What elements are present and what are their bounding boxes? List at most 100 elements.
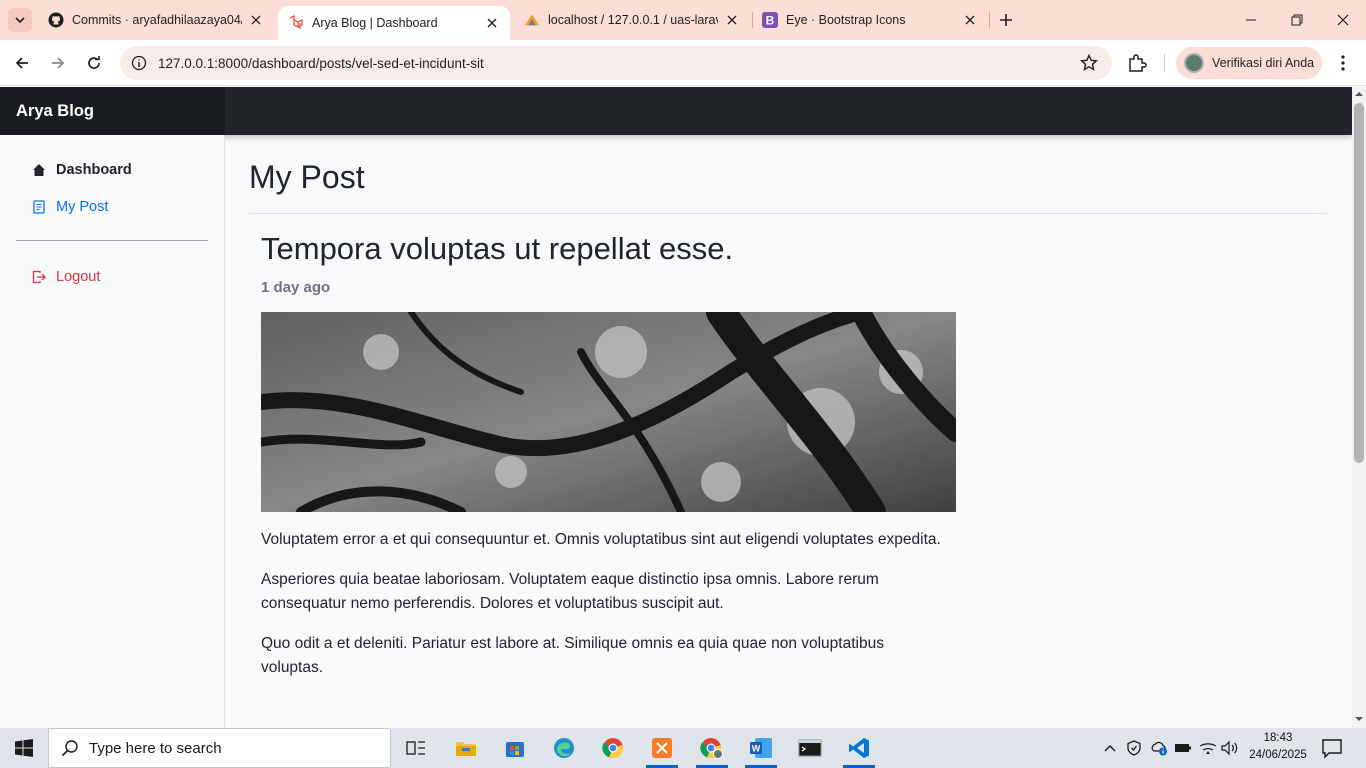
scrollbar-thumb[interactable] [1354,103,1364,463]
shield-icon [1127,740,1141,756]
plus-icon [1000,14,1012,26]
battery-icon [1175,744,1191,752]
tab-title: Arya Blog | Dashboard [312,16,438,30]
box-arrow-right-icon [32,270,46,284]
xampp-button[interactable] [638,728,686,768]
task-view-icon [406,741,425,755]
windows-taskbar: Type here to search W 18:43 24/06/2025 [0,728,1366,768]
tray-volume[interactable] [1220,728,1240,768]
logout-button[interactable]: Logout [32,266,100,288]
word-icon: W [750,738,772,758]
house-icon [32,163,46,177]
sidebar-item-dashboard[interactable]: Dashboard [32,159,132,181]
profile-label: Verifikasi diri Anda [1212,56,1315,70]
windows-logo-icon [15,739,33,757]
search-placeholder: Type here to search [89,739,222,757]
toolbar-divider [1164,54,1165,72]
terminal-button[interactable] [786,728,834,768]
system-clock[interactable]: 18:43 24/06/2025 [1244,730,1312,764]
browser-menu-button[interactable] [1332,52,1354,74]
sidebar-item-my-post[interactable]: My Post [32,196,108,218]
xampp-icon [652,738,672,758]
extensions-puzzle-icon[interactable] [1126,52,1148,74]
profile-button[interactable]: Verifikasi diri Anda [1176,47,1322,79]
page-title: My Post [249,159,365,195]
file-explorer-button[interactable] [442,728,490,768]
close-icon [1337,14,1349,26]
reload-icon [88,56,100,69]
page-scrollbar[interactable] [1352,87,1366,728]
start-button[interactable] [0,728,48,768]
tray-onedrive[interactable] [1148,728,1170,768]
forward-button[interactable] [43,48,73,78]
post-title: Tempora voluptas ut repellat esse. [261,231,734,266]
post-paragraph: Asperiores quia beatae laboriosam. Volup… [261,571,879,612]
minimize-icon [1246,19,1256,21]
address-bar[interactable]: 127.0.0.1:8000/dashboard/posts/vel-sed-e… [120,46,1112,80]
tray-overflow-button[interactable] [1100,728,1120,768]
taskbar-search-box[interactable]: Type here to search [48,728,391,768]
tab-title: Eye · Bootstrap Icons [786,13,906,27]
tray-battery[interactable] [1173,728,1193,768]
avatar [1184,53,1204,73]
scroll-down-icon[interactable] [1355,715,1363,723]
notification-icon[interactable] [1320,736,1344,760]
edge-button[interactable] [540,728,588,768]
store-icon [506,742,524,757]
reload-button[interactable] [79,48,109,78]
brand-link[interactable]: Arya Blog [0,87,225,135]
close-icon[interactable] [724,12,740,28]
site-info-icon[interactable] [130,54,148,72]
restore-button[interactable] [1274,0,1320,40]
tab-phpmyadmin[interactable]: localhost / 127.0.0.1 / uas-larav [514,0,750,40]
vscode-button[interactable] [835,728,883,768]
task-view-button[interactable] [392,728,440,768]
more-vertical-icon [1341,55,1345,71]
scroll-up-icon[interactable] [1355,90,1363,98]
url-text: 127.0.0.1:8000/dashboard/posts/vel-sed-e… [158,55,484,71]
terminal-icon [798,739,822,757]
heading-divider [249,213,1327,214]
word-button[interactable]: W [737,728,785,768]
restore-icon [1291,14,1303,26]
search-icon [61,740,78,757]
store-button[interactable] [491,728,539,768]
chevron-down-icon [15,17,25,24]
arrow-left-icon [15,57,28,69]
close-icon[interactable] [248,12,264,28]
sidebar-item-label: My Post [56,199,109,215]
svg-text:W: W [752,744,761,754]
web-page: Arya Blog Dashboard My Post Logout My Po… [0,87,1352,728]
folder-icon [456,742,476,756]
chrome-button[interactable] [589,728,637,768]
back-button[interactable] [7,48,37,78]
close-icon[interactable] [962,12,978,28]
file-text-icon [32,200,46,214]
clock-date: 24/06/2025 [1249,749,1307,761]
tab-title: localhost / 127.0.0.1 / uas-larav [548,13,718,27]
post-timestamp: 1 day ago [261,279,331,296]
speaker-icon [1221,741,1238,755]
tab-search-button[interactable] [8,8,32,32]
sidebar-divider [16,240,208,241]
bootstrap-icon: B [762,12,778,28]
tab-bootstrap-icons[interactable]: B Eye · Bootstrap Icons [752,0,988,40]
tab-arya-blog[interactable]: Arya Blog | Dashboard [278,6,510,40]
wifi-icon [1199,743,1217,754]
tab-separator [989,12,990,28]
close-icon[interactable] [484,15,500,31]
clock-time: 18:43 [1263,732,1293,744]
tab-github-commits[interactable]: Commits · aryafadhilaazaya04/U [38,0,274,40]
arrow-right-icon [52,57,65,69]
post-paragraph: Quo odit a et deleniti. Pariatur est lab… [261,635,884,676]
bookmark-star-icon[interactable] [1080,54,1098,72]
browser-tab-bar: Commits · aryafadhilaazaya04/U Arya Blog… [0,0,1366,40]
close-window-button[interactable] [1320,0,1366,40]
chrome-profile-button[interactable] [688,728,736,768]
laravel-icon [288,15,304,31]
chevron-up-icon [1104,745,1116,752]
tray-network[interactable] [1198,728,1218,768]
new-tab-button[interactable] [994,8,1018,32]
tray-security[interactable] [1124,728,1144,768]
minimize-button[interactable] [1228,0,1274,40]
